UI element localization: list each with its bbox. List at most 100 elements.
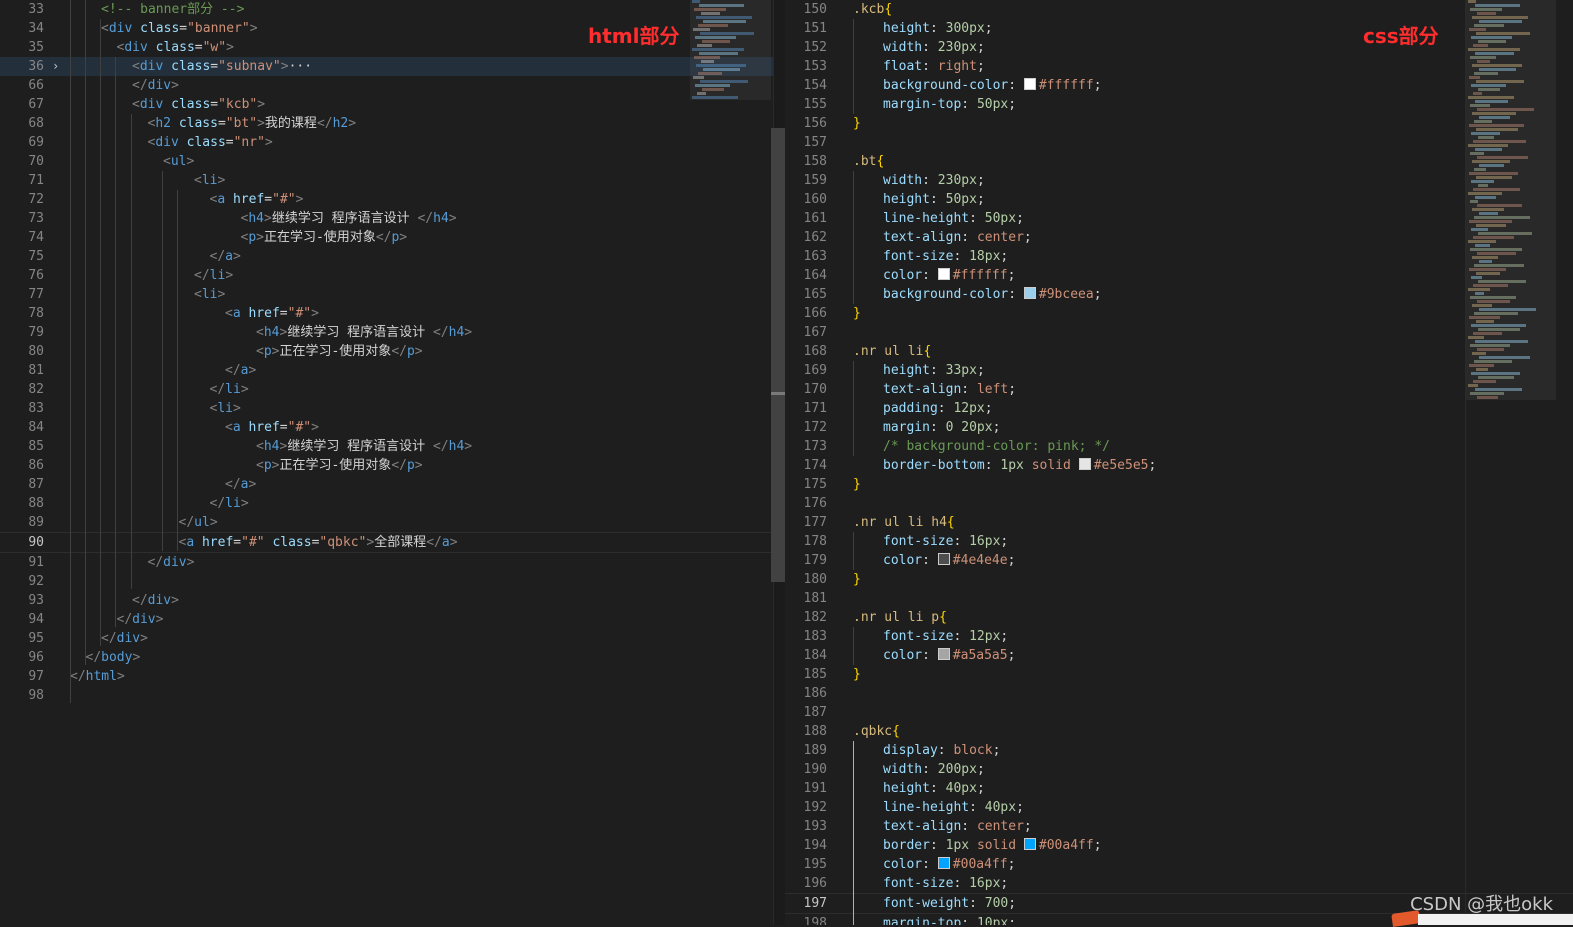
- code-text[interactable]: <ul>: [70, 152, 194, 171]
- code-text[interactable]: font-size: 12px;: [853, 627, 1008, 646]
- code-line[interactable]: 186: [785, 684, 1573, 703]
- code-text[interactable]: <p>正在学习-使用对象</p>: [70, 342, 423, 361]
- code-text[interactable]: text-align: center;: [853, 817, 1032, 836]
- color-swatch[interactable]: [1023, 287, 1036, 299]
- code-line[interactable]: 181: [785, 589, 1573, 608]
- code-text[interactable]: font-size: 16px;: [853, 532, 1008, 551]
- code-text[interactable]: .kcb{: [853, 0, 892, 19]
- code-text[interactable]: width: 230px;: [853, 171, 985, 190]
- code-text[interactable]: line-height: 50px;: [853, 209, 1024, 228]
- code-text[interactable]: <h4>继续学习 程序语言设计 </h4>: [70, 209, 457, 228]
- code-text[interactable]: font-size: 16px;: [853, 874, 1008, 893]
- code-text[interactable]: .nr ul li p{: [853, 608, 947, 627]
- color-swatch[interactable]: [937, 268, 950, 280]
- code-text[interactable]: <h2 class="bt">我的课程</h2>: [70, 114, 357, 133]
- code-text[interactable]: </div>: [70, 553, 195, 572]
- code-line[interactable]: 184 color: #a5a5a5;: [785, 646, 1573, 665]
- code-text[interactable]: border: 1px solid #00a4ff;: [853, 836, 1102, 855]
- html-editor-pane[interactable]: 33 <!-- banner部分 --> 34 <div class="banner"…: [0, 0, 773, 925]
- code-text[interactable]: .qbkc{: [853, 722, 900, 741]
- code-text[interactable]: }: [853, 304, 861, 323]
- code-line[interactable]: 172 margin: 0 20px;: [785, 418, 1573, 437]
- code-line[interactable]: 163 font-size: 18px;: [785, 247, 1573, 266]
- code-text[interactable]: </li>: [70, 266, 233, 285]
- code-line[interactable]: 150 .kcb{: [785, 0, 1573, 19]
- html-scrollbar-thumb[interactable]: [771, 128, 785, 582]
- code-line[interactable]: 166}: [785, 304, 1573, 323]
- code-text[interactable]: text-align: left;: [853, 380, 1016, 399]
- code-text[interactable]: <p>正在学习-使用对象</p>: [70, 456, 423, 475]
- code-text[interactable]: <li>: [70, 171, 225, 190]
- code-text[interactable]: <li>: [70, 399, 241, 418]
- code-text[interactable]: height: 33px;: [853, 361, 985, 380]
- code-text[interactable]: </div>: [70, 76, 179, 95]
- code-line[interactable]: 158 .bt{: [785, 152, 1573, 171]
- color-swatch[interactable]: [1023, 838, 1036, 850]
- code-text[interactable]: <div class="banner">: [70, 19, 258, 38]
- code-line[interactable]: 180}: [785, 570, 1573, 589]
- code-text[interactable]: .bt{: [853, 152, 884, 171]
- code-line[interactable]: 194 border: 1px solid #00a4ff;: [785, 836, 1573, 855]
- code-text[interactable]: }: [853, 114, 861, 133]
- code-text[interactable]: <div class="subnav">···: [70, 57, 312, 76]
- code-line[interactable]: 193 text-align: center;: [785, 817, 1573, 836]
- code-text[interactable]: width: 200px;: [853, 760, 985, 779]
- code-text[interactable]: </a>: [70, 247, 241, 266]
- code-text[interactable]: margin-top: 10px;: [853, 914, 1016, 925]
- code-text[interactable]: .nr ul li h4{: [853, 513, 955, 532]
- code-line[interactable]: 164 color: #ffffff;: [785, 266, 1573, 285]
- code-line[interactable]: 153 float: right;: [785, 57, 1573, 76]
- code-line[interactable]: 96 </body>: [0, 648, 773, 667]
- code-line[interactable]: 97 </html>: [0, 667, 773, 686]
- code-text[interactable]: </li>: [70, 380, 249, 399]
- code-text[interactable]: }: [853, 475, 861, 494]
- code-line[interactable]: 159 width: 230px;: [785, 171, 1573, 190]
- code-text[interactable]: <li>: [70, 285, 225, 304]
- code-text[interactable]: </html>: [70, 667, 125, 686]
- code-line[interactable]: 178 font-size: 16px;: [785, 532, 1573, 551]
- code-text[interactable]: /* background-color: pink; */: [853, 437, 1110, 456]
- code-line[interactable]: 161 line-height: 50px;: [785, 209, 1573, 228]
- code-text[interactable]: <a href="#" class="qbkc">全部课程</a>: [70, 533, 458, 552]
- code-line[interactable]: 171 padding: 12px;: [785, 399, 1573, 418]
- html-minimap[interactable]: [690, 0, 771, 925]
- minimap-viewport[interactable]: [1466, 0, 1556, 400]
- code-line[interactable]: 189 display: block;: [785, 741, 1573, 760]
- code-text[interactable]: <a href="#">: [70, 190, 304, 209]
- code-text[interactable]: height: 40px;: [853, 779, 985, 798]
- code-line[interactable]: 192 line-height: 40px;: [785, 798, 1573, 817]
- code-text[interactable]: }: [853, 570, 861, 589]
- code-line[interactable]: 185}: [785, 665, 1573, 684]
- code-text[interactable]: float: right;: [853, 57, 985, 76]
- color-swatch[interactable]: [937, 857, 950, 869]
- code-text[interactable]: </ul>: [70, 513, 218, 532]
- code-line[interactable]: 152 width: 230px;: [785, 38, 1573, 57]
- code-text[interactable]: background-color: #ffffff;: [853, 76, 1102, 95]
- code-line[interactable]: 176: [785, 494, 1573, 513]
- code-text[interactable]: font-weight: 700;: [853, 894, 1016, 913]
- code-line[interactable]: 167: [785, 323, 1573, 342]
- code-text[interactable]: margin: 0 20px;: [853, 418, 1000, 437]
- code-text[interactable]: display: block;: [853, 741, 1000, 760]
- color-swatch[interactable]: [1078, 458, 1091, 470]
- code-text[interactable]: </a>: [70, 475, 256, 494]
- code-line[interactable]: 157: [785, 133, 1573, 152]
- color-swatch[interactable]: [937, 648, 950, 660]
- code-text[interactable]: width: 230px;: [853, 38, 985, 57]
- code-text[interactable]: text-align: center;: [853, 228, 1032, 247]
- code-line[interactable]: 151 height: 300px;: [785, 19, 1573, 38]
- css-editor-pane[interactable]: 150 .kcb{151 height: 300px; 152 width: 230px…: [785, 0, 1573, 925]
- code-line[interactable]: 177 .nr ul li h4{: [785, 513, 1573, 532]
- code-line[interactable]: 170 text-align: left;: [785, 380, 1573, 399]
- code-line[interactable]: 33 <!-- banner部分 -->: [0, 0, 773, 19]
- code-line[interactable]: 183 font-size: 12px;: [785, 627, 1573, 646]
- minimap-viewport[interactable]: [690, 0, 771, 100]
- code-text[interactable]: .nr ul li{: [853, 342, 931, 361]
- code-text[interactable]: <!-- banner部分 -->: [70, 0, 244, 19]
- code-line[interactable]: 182 .nr ul li p{: [785, 608, 1573, 627]
- code-line[interactable]: 179 color: #4e4e4e;: [785, 551, 1573, 570]
- code-line[interactable]: 187: [785, 703, 1573, 722]
- code-line[interactable]: 188 .qbkc{: [785, 722, 1573, 741]
- code-text[interactable]: border-bottom: 1px solid #e5e5e5;: [853, 456, 1156, 475]
- code-line[interactable]: 174 border-bottom: 1px solid #e5e5e5;: [785, 456, 1573, 475]
